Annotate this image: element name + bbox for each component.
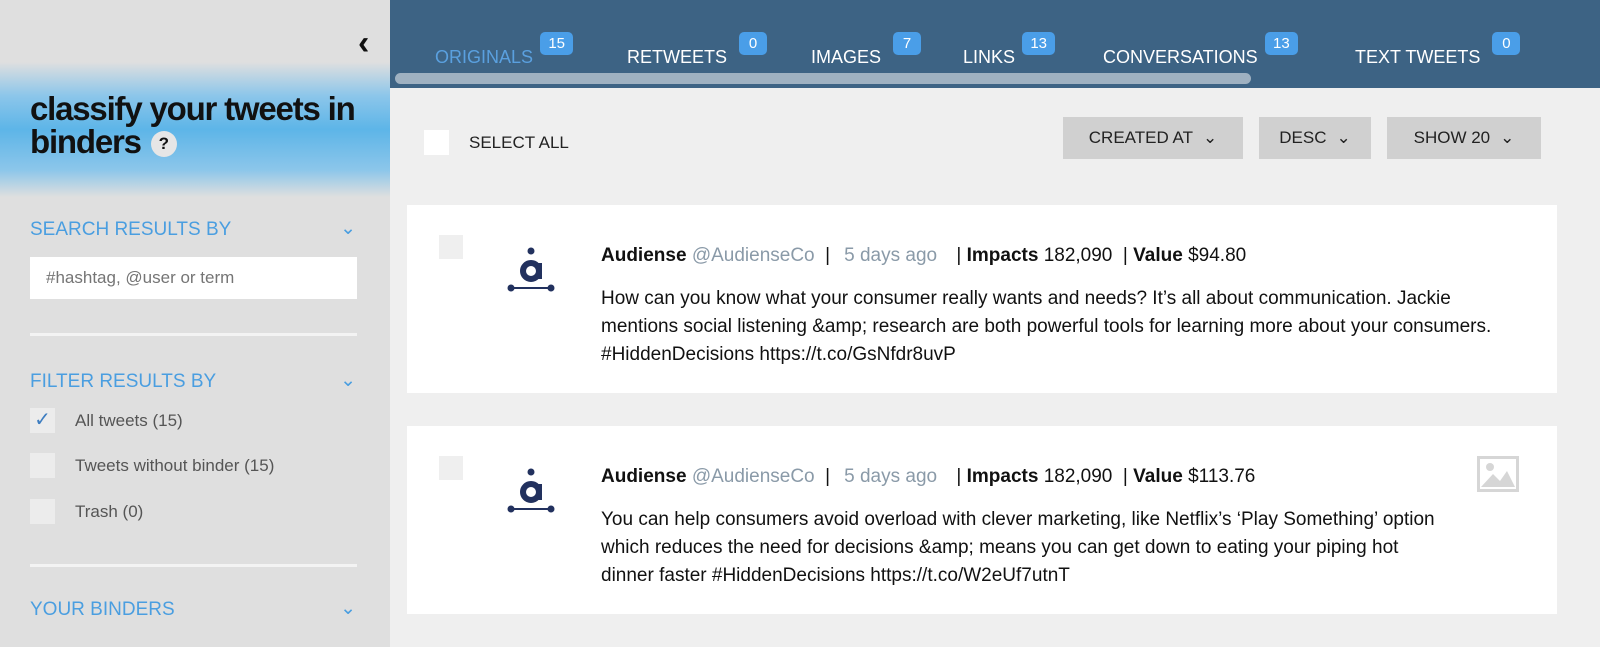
count-badge: 13	[1022, 32, 1056, 55]
chevron-down-icon: ⌄	[1336, 128, 1351, 147]
author-handle[interactable]: @AudienseCo	[692, 245, 815, 266]
search-input[interactable]	[30, 257, 357, 299]
filter-label: Trash (0)	[75, 501, 144, 521]
value-amount: $113.76	[1188, 466, 1256, 487]
checkbox[interactable]	[30, 453, 55, 478]
image-icon[interactable]	[1477, 456, 1519, 492]
filter-section-toggle[interactable]: FILTER RESULTS BY ⌄	[30, 370, 356, 393]
checkbox-checked[interactable]: ✓	[30, 408, 55, 433]
title-text: classify your tweets in binders	[30, 90, 356, 160]
author-name: Audiense	[601, 245, 687, 266]
tab-label: LINKS	[963, 47, 1016, 67]
search-section-label: SEARCH RESULTS BY	[30, 219, 232, 240]
audiense-logo-icon	[507, 247, 555, 292]
count-badge: 0	[1492, 32, 1521, 55]
tab-retweets[interactable]: RETWEETS 0	[627, 32, 768, 68]
tab-bar: ORIGINALS 15 RETWEETS 0 IMAGES 7 LINKS 13 CO…	[390, 0, 1600, 88]
tweet-card: Audiense @AudienseCo | 5 days ago | Impac…	[407, 205, 1557, 393]
checkbox[interactable]	[30, 499, 55, 524]
tab-text-tweets[interactable]: TEXT TWEETS 0	[1355, 32, 1521, 68]
tab-label: TEXT TWEETS	[1355, 47, 1481, 67]
tab-label: RETWEETS	[627, 47, 728, 67]
tab-links[interactable]: LINKS 13	[963, 32, 1056, 68]
divider	[30, 333, 357, 336]
impacts-label: Impacts	[966, 466, 1039, 487]
filter-section-label: FILTER RESULTS BY	[30, 371, 217, 392]
impacts-value: 182,090	[1043, 245, 1113, 266]
sidebar-title: classify your tweets in binders ?	[30, 92, 370, 158]
value-label: Value	[1133, 245, 1183, 266]
select-all[interactable]: SELECT ALL	[424, 130, 569, 155]
tweet-checkbox[interactable]	[439, 235, 463, 259]
filter-without-binder[interactable]: Tweets without binder (15)	[30, 453, 274, 478]
tweet-text: How can you know what your consumer real…	[601, 288, 1492, 365]
collapse-sidebar-chevron-icon[interactable]: ‹	[358, 24, 369, 63]
divider	[30, 564, 357, 567]
dropdown-label: CREATED AT	[1088, 128, 1193, 147]
chevron-down-icon: ⌄	[340, 598, 356, 619]
filter-label: All tweets (15)	[75, 410, 183, 430]
author-handle[interactable]: @AudienseCo	[692, 466, 815, 487]
impacts-value: 182,090	[1043, 466, 1113, 487]
value-label: Value	[1133, 466, 1183, 487]
sidebar: classify your tweets in binders ? ‹ SEAR…	[0, 0, 390, 647]
tweet-meta: Audiense @AudienseCo | 5 days ago | Impac…	[601, 245, 1247, 266]
dropdown-label: SHOW 20	[1413, 128, 1491, 147]
tweet-time: 5 days ago	[844, 245, 938, 266]
audiense-logo-icon	[507, 468, 555, 513]
select-all-checkbox[interactable]	[424, 130, 449, 155]
tab-label: IMAGES	[811, 47, 882, 67]
tabs-scrollbar[interactable]	[395, 73, 1251, 84]
binders-section-label: YOUR BINDERS	[30, 599, 175, 620]
tab-label: ORIGINALS	[435, 47, 534, 67]
filter-label: Tweets without binder (15)	[75, 455, 275, 475]
select-all-label: SELECT ALL	[469, 132, 569, 152]
binders-section-toggle[interactable]: YOUR BINDERS ⌄	[30, 598, 356, 621]
tweet-checkbox[interactable]	[439, 456, 463, 480]
chevron-down-icon: ⌄	[340, 370, 356, 391]
filter-trash[interactable]: Trash (0)	[30, 499, 143, 524]
help-icon[interactable]: ?	[150, 131, 177, 158]
tweet-text: You can help consumers avoid overload wi…	[601, 509, 1435, 586]
tweet-time: 5 days ago	[844, 466, 938, 487]
count-badge: 15	[540, 32, 574, 55]
impacts-label: Impacts	[966, 245, 1039, 266]
tweet-card: Audiense @AudienseCo | 5 days ago | Impac…	[407, 426, 1557, 614]
tab-images[interactable]: IMAGES 7	[811, 32, 922, 68]
tweet-meta: Audiense @AudienseCo | 5 days ago | Impac…	[601, 466, 1256, 487]
tab-originals[interactable]: ORIGINALS 15	[435, 32, 574, 68]
search-section-toggle[interactable]: SEARCH RESULTS BY ⌄	[30, 218, 356, 241]
tab-conversations[interactable]: CONVERSATIONS 13	[1103, 32, 1298, 68]
sort-by-dropdown[interactable]: CREATED AT ⌄	[1063, 117, 1243, 159]
value-amount: $94.80	[1188, 245, 1247, 266]
author-name: Audiense	[601, 466, 687, 487]
filter-all-tweets[interactable]: ✓ All tweets (15)	[30, 408, 183, 433]
count-badge: 13	[1265, 32, 1298, 55]
tab-label: CONVERSATIONS	[1103, 47, 1258, 67]
count-badge: 7	[893, 32, 922, 55]
chevron-down-icon: ⌄	[1500, 128, 1515, 147]
count-badge: 0	[739, 32, 768, 55]
chevron-down-icon: ⌄	[1202, 128, 1218, 147]
chevron-down-icon: ⌄	[340, 218, 356, 239]
show-count-dropdown[interactable]: SHOW 20 ⌄	[1387, 117, 1541, 159]
order-dropdown[interactable]: DESC ⌄	[1259, 117, 1371, 159]
dropdown-label: DESC	[1279, 128, 1327, 147]
